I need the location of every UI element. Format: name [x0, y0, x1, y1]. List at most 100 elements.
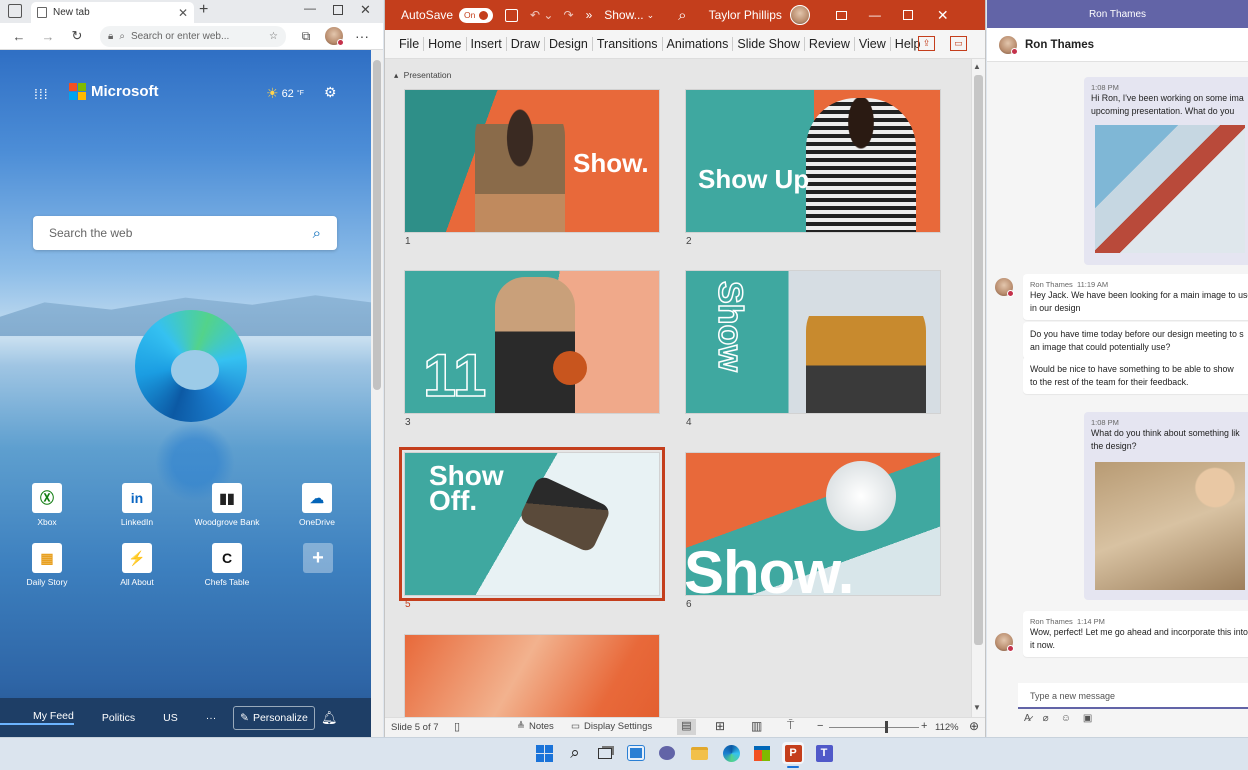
zoom-slider-thumb[interactable] — [884, 721, 888, 733]
task-view-icon[interactable] — [594, 742, 616, 764]
shared-image[interactable] — [1095, 125, 1245, 253]
accessibility-icon[interactable]: ▯ — [454, 720, 460, 733]
slide-thumbnail-6[interactable]: Show. — [685, 452, 941, 596]
collapse-caret-icon[interactable]: ▴ — [394, 70, 398, 80]
gif-icon[interactable]: ▣ — [1083, 713, 1092, 724]
feed-tab-politics[interactable]: Politics — [88, 712, 149, 724]
save-icon[interactable] — [505, 8, 519, 22]
web-search-box[interactable]: Search the web ⌕ — [33, 216, 337, 250]
zoom-level[interactable]: 112% — [935, 722, 959, 733]
forward-icon[interactable]: → — [38, 27, 58, 45]
feed-more[interactable]: ··· — [192, 712, 231, 724]
quick-link-chefs-table[interactable]: C Chefs Table — [197, 543, 257, 587]
teams-icon[interactable]: T — [813, 742, 835, 764]
user-avatar[interactable] — [789, 5, 810, 25]
quick-link-xbox[interactable]: Ⓧ Xbox — [17, 483, 77, 527]
quick-link-all-about[interactable]: ⚡ All About — [107, 543, 167, 587]
maximize-icon[interactable] — [902, 10, 913, 20]
quick-link-woodgrove-bank[interactable]: ▮▮ Woodgrove Bank — [194, 483, 260, 527]
weather-widget[interactable]: ☀ 62 °F — [266, 85, 304, 102]
search-icon[interactable]: ⌕ — [564, 742, 586, 764]
ribbon-tab-transitions[interactable]: Transitions — [591, 37, 662, 51]
slide-thumbnail-1[interactable]: Show. — [404, 89, 660, 233]
ribbon-tab-design[interactable]: Design — [543, 37, 592, 51]
slide-thumbnail-3[interactable]: 11 — [404, 270, 660, 414]
attach-icon[interactable]: ⌀ — [1043, 713, 1049, 724]
slide-thumbnail-4[interactable]: Show — [685, 270, 941, 414]
normal-view-icon[interactable]: ▤ — [677, 719, 696, 735]
favorite-icon[interactable]: ☆ — [269, 31, 278, 42]
store-icon[interactable] — [751, 742, 773, 764]
zoom-out-icon[interactable]: − — [817, 720, 823, 732]
refresh-icon[interactable]: ↻ — [67, 27, 87, 45]
close-window-icon[interactable]: ✕ — [360, 2, 371, 18]
sender-avatar[interactable] — [995, 278, 1014, 297]
add-site-button[interactable]: + — [288, 543, 348, 577]
sender-avatar[interactable] — [995, 633, 1014, 652]
minimize-icon[interactable]: — — [304, 1, 316, 15]
ribbon-tab-view[interactable]: View — [853, 37, 890, 51]
back-icon[interactable]: ← — [9, 27, 29, 45]
redo-icon[interactable]: ↷ — [564, 8, 574, 22]
widgets-icon[interactable] — [625, 742, 647, 764]
slide-thumbnail-7[interactable] — [404, 634, 660, 717]
collections-icon[interactable]: ⧉ — [296, 27, 316, 45]
chat-message[interactable]: Do you have time today before our design… — [1023, 322, 1248, 359]
ribbon-tab-animations[interactable]: Animations — [661, 37, 733, 51]
ribbon-tab-review[interactable]: Review — [803, 37, 854, 51]
chat-icon[interactable] — [656, 742, 678, 764]
doc-title-chevron-icon[interactable]: ⌄ — [647, 10, 655, 21]
ribbon-tab-insert[interactable]: Insert — [465, 37, 506, 51]
notifications-bell-icon[interactable]: 🔔︎ — [321, 710, 338, 726]
shared-image[interactable] — [1095, 462, 1245, 590]
ppt-scrollbar[interactable]: ▲ ▼ — [971, 59, 985, 717]
file-explorer-icon[interactable] — [688, 742, 710, 764]
chat-message[interactable]: Ron Thames 1:14 PM Wow, perfect! Let me g… — [1023, 611, 1248, 657]
search-icon[interactable]: ⌕ — [313, 225, 321, 242]
autosave-toggle[interactable]: On — [459, 7, 494, 23]
minimize-icon[interactable]: — — [869, 8, 881, 22]
edge-tab[interactable]: New tab ✕ — [31, 2, 194, 23]
ribbon-tab-draw[interactable]: Draw — [505, 37, 544, 51]
tab-actions-icon[interactable] — [8, 4, 22, 18]
share-icon[interactable]: ⇪ — [918, 36, 935, 51]
more-icon[interactable]: ··· — [352, 27, 372, 45]
ribbon-display-icon[interactable] — [835, 10, 847, 20]
profile-avatar[interactable] — [325, 27, 344, 46]
more-commands-icon[interactable]: » — [586, 8, 593, 22]
personalize-button[interactable]: ✎ Personalize — [233, 706, 315, 730]
undo-icon[interactable]: ↶ ⌄ — [530, 8, 553, 22]
scroll-down-icon[interactable]: ▼ — [973, 703, 981, 712]
contact-avatar[interactable] — [999, 35, 1018, 55]
notes-button[interactable]: ≜ Notes — [517, 721, 554, 732]
quick-link-linkedin[interactable]: in LinkedIn — [107, 483, 167, 527]
close-tab-icon[interactable]: ✕ — [178, 6, 188, 20]
ribbon-tab-file[interactable]: File — [395, 37, 423, 51]
feed-tab-us[interactable]: US — [149, 712, 192, 724]
start-icon[interactable] — [533, 742, 555, 764]
edge-scroll-thumb[interactable] — [373, 60, 381, 390]
close-window-icon[interactable]: ✕ — [937, 7, 949, 24]
zoom-in-icon[interactable]: + — [921, 720, 927, 732]
doc-title[interactable]: Show... — [604, 8, 643, 22]
slide-sorter-icon[interactable]: ⊞ — [715, 719, 725, 733]
apps-grid-icon[interactable]: ⁞⁞⁞ — [34, 86, 49, 102]
scroll-up-icon[interactable]: ▲ — [973, 62, 981, 71]
emoji-icon[interactable]: ☺ — [1061, 713, 1071, 724]
feed-tab-my-feed[interactable]: My Feed — [0, 710, 74, 725]
compose-box[interactable]: Type a new message — [1018, 683, 1248, 709]
address-bar[interactable]: 🔒︎ ⌕ Search or enter web... ☆ — [100, 26, 286, 47]
chat-message[interactable]: Would be nice to have something to be ab… — [1023, 357, 1248, 394]
fit-to-window-icon[interactable]: ⊕ — [969, 719, 979, 733]
format-icon[interactable]: A̷ — [1024, 713, 1031, 724]
reading-view-icon[interactable]: ▥ — [751, 719, 762, 733]
maximize-icon[interactable] — [333, 5, 343, 15]
display-settings-button[interactable]: ▭ Display Settings — [571, 721, 652, 732]
powerpoint-icon[interactable]: P — [782, 742, 804, 764]
zoom-slider[interactable] — [829, 727, 919, 728]
section-header[interactable]: ▴ Presentation — [394, 70, 451, 81]
quick-link-daily-story[interactable]: ▦ Daily Story — [17, 543, 77, 587]
ribbon-tab-home[interactable]: Home — [423, 37, 465, 51]
chat-message[interactable]: Ron Thames 11:19 AM Hey Jack. We have bee… — [1023, 274, 1248, 320]
ribbon-tab-slide-show[interactable]: Slide Show — [732, 37, 804, 51]
